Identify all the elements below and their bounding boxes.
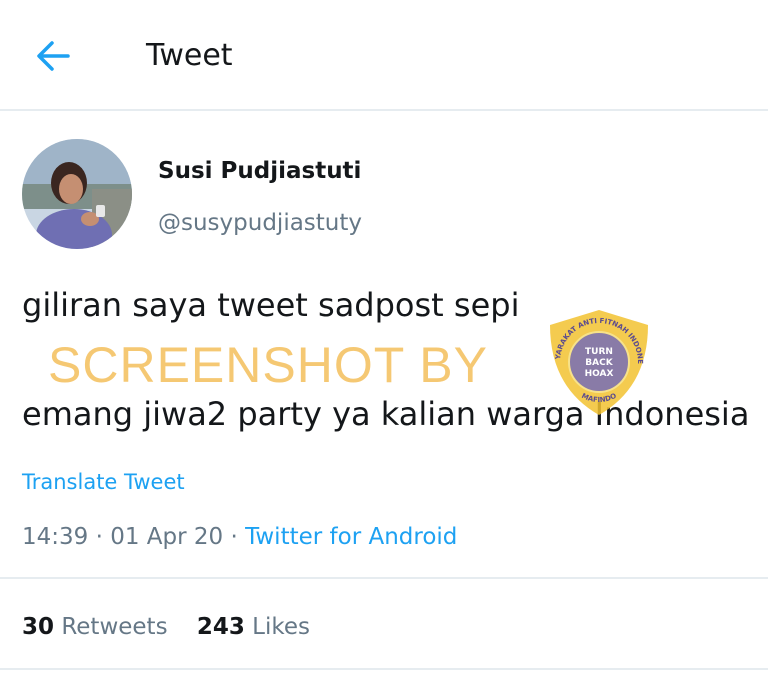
author-handle[interactable]: @susypudjiastuty: [158, 210, 362, 236]
svg-text:HOAX: HOAX: [585, 369, 614, 379]
tweet-meta: 14:39 · 01 Apr 20 · Twitter for Android: [22, 524, 457, 550]
meta-divider: [0, 577, 768, 579]
meta-separator: ·: [223, 524, 246, 550]
retweets-label: Retweets: [61, 614, 168, 640]
likes-count: 243: [196, 614, 245, 640]
tweet-client-link[interactable]: Twitter for Android: [245, 524, 457, 550]
translate-tweet-link[interactable]: Translate Tweet: [22, 470, 185, 494]
tweet-time: 14:39: [22, 524, 89, 550]
retweets-stat[interactable]: 30 Retweets: [22, 614, 168, 640]
arrow-left-icon: [37, 41, 70, 71]
header-bar: Tweet: [0, 0, 768, 110]
page-title: Tweet: [146, 38, 233, 73]
meta-separator: ·: [88, 524, 111, 550]
svg-text:TURN: TURN: [585, 347, 613, 357]
header-divider: [0, 109, 768, 111]
back-button[interactable]: [30, 34, 78, 78]
stats-divider: [0, 668, 768, 670]
tweet-text-line-1: giliran saya tweet sadpost sepi: [22, 286, 520, 324]
watermark-text: SCREENSHOT BY: [48, 337, 488, 393]
svg-text:BACK: BACK: [585, 358, 613, 368]
likes-label: Likes: [252, 614, 310, 640]
tweet-date: 01 Apr 20: [110, 524, 224, 550]
tweet-stats: 30 Retweets 243 Likes: [22, 614, 310, 640]
avatar-photo: [22, 139, 132, 249]
retweets-count: 30: [22, 614, 55, 640]
avatar[interactable]: [22, 139, 132, 249]
mafindo-logo: MASYARAKAT ANTI FITNAH INDONESIA MAFINDO…: [544, 307, 648, 415]
author-name[interactable]: Susi Pudjiastuti: [158, 158, 361, 184]
likes-stat[interactable]: 243 Likes: [197, 614, 310, 640]
